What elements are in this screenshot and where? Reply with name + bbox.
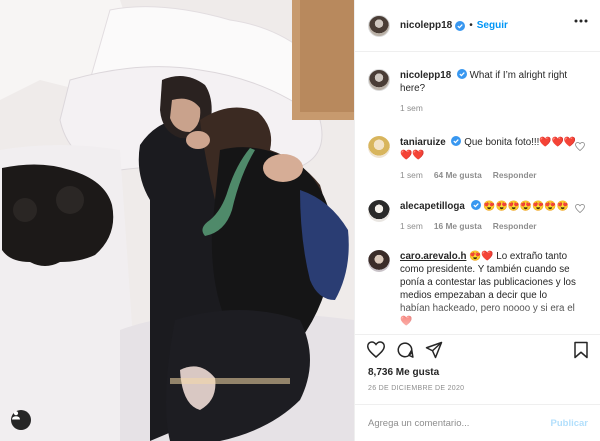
heart-icon[interactable] xyxy=(575,204,585,213)
comment-input[interactable] xyxy=(368,417,551,429)
comment-body: alecapetilloga 😍😍😍😍😍😍😍 1 sem 16 Me gusta… xyxy=(400,200,578,233)
comment-username[interactable]: taniaruize xyxy=(400,137,446,148)
author-username[interactable]: nicolepp18 xyxy=(400,20,452,31)
heart-icon[interactable] xyxy=(575,142,585,151)
likes-count[interactable]: 8,736 Me gusta xyxy=(368,367,439,378)
comment-username[interactable]: caro.arevalo.h xyxy=(400,251,466,262)
comment-time[interactable]: 1 sem xyxy=(400,169,423,182)
comment-bubble-icon[interactable] xyxy=(396,341,414,359)
post-actions: 8,736 Me gusta 26 DE DICIEMBRE DE 2020 xyxy=(355,334,600,406)
comment-likes[interactable]: 64 Me gusta xyxy=(434,169,482,182)
verified-badge-icon xyxy=(456,69,467,79)
instagram-post: nicolepp18 • Seguir nicolepp18 What if I… xyxy=(0,0,600,441)
commenter-avatar[interactable] xyxy=(368,200,390,222)
caption-avatar[interactable] xyxy=(368,69,390,91)
person-glyph-icon xyxy=(12,411,20,420)
post-header: nicolepp18 • Seguir xyxy=(355,0,600,52)
comment-item: alecapetilloga 😍😍😍😍😍😍😍 1 sem 16 Me gusta… xyxy=(368,200,593,233)
comment-meta: 1 sem 64 Me gusta Responder xyxy=(400,169,578,182)
verified-badge-icon xyxy=(470,200,481,210)
comment-likes[interactable]: 16 Me gusta xyxy=(434,220,482,233)
header-separator: • xyxy=(469,20,473,31)
comment-body: caro.arevalo.h 😍❤️ Lo extraño tanto como… xyxy=(400,250,578,328)
caption-meta: 1 sem xyxy=(400,102,578,115)
comment-thread[interactable]: nicolepp18 What if I’m alright right her… xyxy=(355,53,600,334)
user-tag-icon[interactable] xyxy=(11,410,31,430)
comment-item: caro.arevalo.h 😍❤️ Lo extraño tanto como… xyxy=(368,250,593,328)
comment-body: taniaruize Que bonita foto!!!❤️❤️❤️❤️❤️ … xyxy=(400,136,578,182)
comment-time[interactable]: 1 sem xyxy=(400,220,423,233)
comment-meta: 1 sem 16 Me gusta Responder xyxy=(400,220,578,233)
commenter-avatar[interactable] xyxy=(368,136,390,158)
caption-time[interactable]: 1 sem xyxy=(400,102,423,115)
author-avatar[interactable] xyxy=(368,14,390,37)
verified-badge-icon xyxy=(451,136,462,146)
paper-plane-icon[interactable] xyxy=(425,341,443,359)
commenter-avatar[interactable] xyxy=(368,250,390,272)
reply-button[interactable]: Responder xyxy=(493,220,537,233)
follow-button[interactable]: Seguir xyxy=(477,20,508,31)
post-side-panel: nicolepp18 • Seguir nicolepp18 What if I… xyxy=(354,0,600,441)
post-photo[interactable] xyxy=(0,0,354,441)
caption-body: nicolepp18 What if I’m alright right her… xyxy=(400,69,578,115)
comment-item: taniaruize Que bonita foto!!!❤️❤️❤️❤️❤️ … xyxy=(368,136,593,182)
bookmark-icon[interactable] xyxy=(573,341,589,359)
comment-text: 😍❤️ Lo extraño tanto como presidente. Y … xyxy=(400,251,576,327)
heart-icon[interactable] xyxy=(367,341,385,358)
couple-photo-illustration xyxy=(0,0,354,441)
comment-username[interactable]: alecapetilloga xyxy=(400,201,465,212)
more-horizontal-icon[interactable] xyxy=(574,19,588,23)
reply-button[interactable]: Responder xyxy=(493,169,537,182)
caption-username[interactable]: nicolepp18 xyxy=(400,70,451,81)
caption: nicolepp18 What if I’m alright right her… xyxy=(368,69,593,115)
publish-button[interactable]: Publicar xyxy=(551,418,589,429)
post-date[interactable]: 26 DE DICIEMBRE DE 2020 xyxy=(368,385,464,392)
verified-badge-icon xyxy=(455,20,466,31)
add-comment-bar: Publicar xyxy=(355,404,600,441)
comment-text: 😍😍😍😍😍😍😍 xyxy=(483,201,569,212)
